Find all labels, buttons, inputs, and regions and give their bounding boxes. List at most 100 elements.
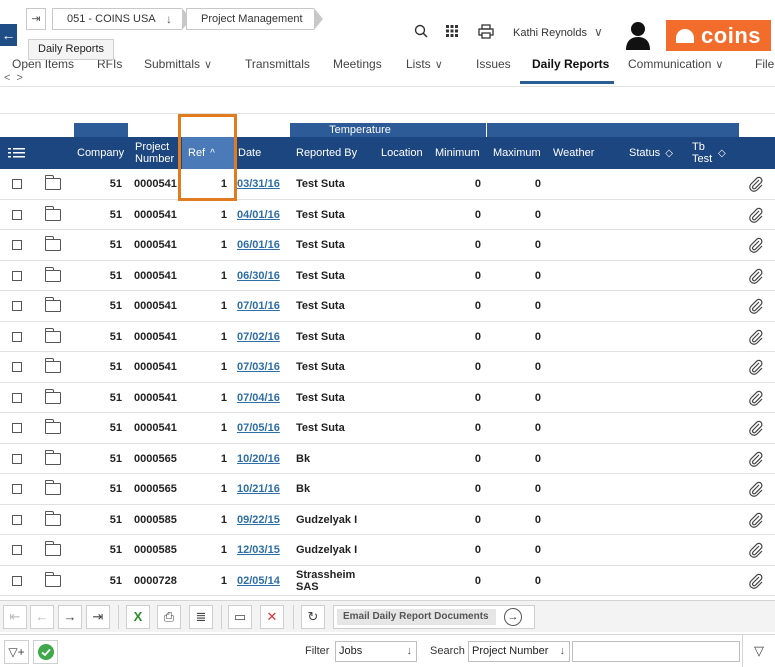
tab-transmittals[interactable]: Transmittals <box>245 52 310 84</box>
tab-issues[interactable]: Issues <box>476 52 511 84</box>
tab-submittals[interactable]: Submittals ∨ <box>144 52 212 84</box>
folder-icon[interactable] <box>45 566 61 596</box>
row-checkbox[interactable] <box>12 291 22 321</box>
search-input[interactable] <box>572 641 740 662</box>
last-page-icon[interactable]: ⇥ <box>86 605 110 629</box>
delete-icon[interactable]: ✕ <box>260 605 284 629</box>
chevron-down-icon[interactable]: ∨ <box>594 25 603 39</box>
row-checkbox[interactable] <box>12 352 22 382</box>
user-name[interactable]: Kathi Reynolds <box>513 27 587 39</box>
row-checkbox[interactable] <box>12 261 22 291</box>
filter-select[interactable]: Jobs ↓ <box>335 641 417 662</box>
search-icon[interactable] <box>412 24 430 44</box>
folder-icon[interactable] <box>45 230 61 260</box>
cell-date-link[interactable]: 04/01/16 <box>237 200 289 230</box>
cell-date-link[interactable]: 07/05/16 <box>237 413 289 443</box>
attachment-icon[interactable] <box>748 169 764 199</box>
folder-icon[interactable]: ▭ <box>228 605 252 629</box>
column-company[interactable]: Company <box>77 137 127 169</box>
row-checkbox[interactable] <box>12 322 22 352</box>
row-checkbox[interactable] <box>12 200 22 230</box>
avatar[interactable] <box>624 20 652 50</box>
column-project-number[interactable]: Project Number <box>135 137 181 169</box>
table-row[interactable]: 51 0000585 1 09/22/15 Gudzelyak I 0 0 <box>0 504 775 535</box>
back-button[interactable]: ← <box>0 24 17 46</box>
cell-date-link[interactable]: 07/03/16 <box>237 352 289 382</box>
attachment-icon[interactable] <box>748 535 764 565</box>
cell-date-link[interactable]: 07/01/16 <box>237 291 289 321</box>
attachment-icon[interactable] <box>748 444 764 474</box>
email-documents-button[interactable]: Email Daily Report Documents → <box>333 605 535 629</box>
tab-meetings[interactable]: Meetings <box>333 52 382 84</box>
column-reported-by[interactable]: Reported By <box>296 137 376 169</box>
attachment-icon[interactable] <box>748 230 764 260</box>
folder-icon[interactable] <box>45 474 61 504</box>
row-checkbox[interactable] <box>12 230 22 260</box>
row-checkbox[interactable] <box>12 444 22 474</box>
table-row[interactable]: 51 0000541 1 07/03/16 Test Suta 0 0 <box>0 352 775 383</box>
row-checkbox[interactable] <box>12 566 22 596</box>
first-page-icon[interactable]: ⇤ <box>3 605 27 629</box>
attachment-icon[interactable] <box>748 566 764 596</box>
row-checkbox[interactable] <box>12 383 22 413</box>
cell-date-link[interactable]: 07/02/16 <box>237 322 289 352</box>
table-row[interactable]: 51 0000541 1 07/02/16 Test Suta 0 0 <box>0 321 775 352</box>
cell-date-link[interactable]: 06/01/16 <box>237 230 289 260</box>
tab-daily-reports[interactable]: Daily Reports <box>520 52 614 84</box>
attachment-icon[interactable] <box>748 352 764 382</box>
row-checkbox[interactable] <box>12 505 22 535</box>
attachment-icon[interactable] <box>748 474 764 504</box>
row-checkbox[interactable] <box>12 474 22 504</box>
column-date[interactable]: Date <box>238 137 288 169</box>
excel-export-icon[interactable]: X <box>126 605 150 629</box>
apply-filter-button[interactable] <box>33 640 58 664</box>
columns-icon[interactable]: ≣ <box>189 605 213 629</box>
cell-date-link[interactable]: 06/30/16 <box>237 261 289 291</box>
table-row[interactable]: 51 0000541 1 04/01/16 Test Suta 0 0 <box>0 199 775 230</box>
print-icon[interactable]: ⎙ <box>157 605 181 629</box>
row-checkbox[interactable] <box>12 535 22 565</box>
attachment-icon[interactable] <box>748 261 764 291</box>
breadcrumb-module[interactable]: Project Management <box>186 8 323 30</box>
folder-icon[interactable] <box>45 352 61 382</box>
breadcrumb-company[interactable]: 051 - COINS USA ↓ <box>52 8 191 30</box>
column-weather[interactable]: Weather <box>553 137 613 169</box>
attachment-icon[interactable] <box>748 383 764 413</box>
table-row[interactable]: 51 0000565 1 10/21/16 Bk 0 0 <box>0 474 775 505</box>
folder-icon[interactable] <box>45 444 61 474</box>
table-row[interactable]: 51 0000541 1 07/04/16 Test Suta 0 0 <box>0 382 775 413</box>
tab-scroll-arrows[interactable]: <> <box>4 72 29 84</box>
column-minimum[interactable]: Minimum <box>435 137 489 169</box>
folder-icon[interactable] <box>45 413 61 443</box>
enter-icon[interactable]: ⇥ <box>26 8 46 30</box>
filter-funnel-icon[interactable]: ▽ <box>742 635 775 667</box>
attachment-icon[interactable] <box>748 322 764 352</box>
print-icon[interactable] <box>477 24 495 44</box>
folder-icon[interactable] <box>45 383 61 413</box>
column-maximum[interactable]: Maximum <box>493 137 549 169</box>
table-row[interactable]: 51 0000541 1 06/01/16 Test Suta 0 0 <box>0 230 775 261</box>
table-row[interactable]: 51 0000565 1 10/20/16 Bk 0 0 <box>0 443 775 474</box>
folder-icon[interactable] <box>45 322 61 352</box>
apps-grid-icon[interactable] <box>443 24 461 44</box>
tab-lists[interactable]: Lists ∨ <box>406 52 443 84</box>
cell-date-link[interactable]: 03/31/16 <box>237 169 289 199</box>
table-row[interactable]: 51 0000541 1 07/05/16 Test Suta 0 0 <box>0 413 775 444</box>
folder-icon[interactable] <box>45 535 61 565</box>
row-checkbox[interactable] <box>12 413 22 443</box>
tab-communication[interactable]: Communication ∨ <box>628 52 723 84</box>
table-row[interactable]: 51 0000728 1 02/05/14 Strassheim SAS 0 0 <box>0 565 775 596</box>
row-checkbox[interactable] <box>12 169 22 199</box>
table-row[interactable]: 51 0000585 1 12/03/15 Gudzelyak I 0 0 <box>0 535 775 566</box>
add-filter-icon[interactable]: ▽+ <box>4 640 29 664</box>
column-menu-icon[interactable] <box>8 137 28 169</box>
refresh-icon[interactable]: ↻ <box>301 605 325 629</box>
attachment-icon[interactable] <box>748 291 764 321</box>
column-ref[interactable]: Ref ^ <box>182 137 234 169</box>
folder-icon[interactable] <box>45 200 61 230</box>
cell-date-link[interactable]: 12/03/15 <box>237 535 289 565</box>
column-location[interactable]: Location <box>381 137 431 169</box>
cell-date-link[interactable]: 09/22/15 <box>237 505 289 535</box>
tab-files[interactable]: Files <box>755 52 775 84</box>
cell-date-link[interactable]: 10/20/16 <box>237 444 289 474</box>
